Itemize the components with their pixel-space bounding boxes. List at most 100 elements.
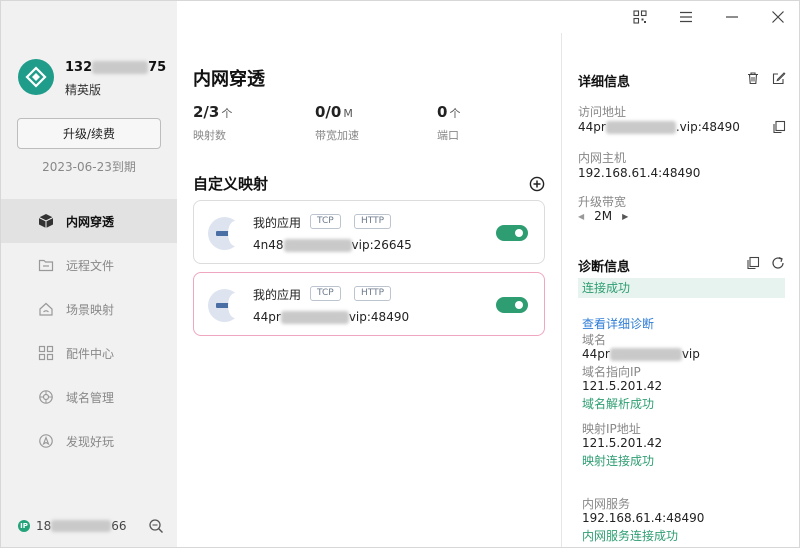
connection-status: 连接成功 bbox=[578, 278, 785, 298]
decrease-icon[interactable]: ◀ bbox=[578, 212, 584, 221]
stat-unit: M bbox=[343, 107, 353, 120]
domain-suffix: vip bbox=[681, 347, 700, 361]
access-prefix: 44pr bbox=[578, 120, 606, 134]
mapping-card[interactable]: 我的应用 TCP HTTP 44pr vip:48490 bbox=[193, 272, 545, 336]
refresh-icon[interactable] bbox=[771, 256, 785, 270]
qrcode-button[interactable] bbox=[630, 7, 650, 27]
sidebar-item-accessories[interactable]: 配件中心 bbox=[1, 331, 177, 375]
add-mapping-icon[interactable] bbox=[529, 176, 545, 192]
user-name-suffix: 75 bbox=[148, 60, 167, 75]
protocol-tag: TCP bbox=[310, 214, 341, 229]
globe-icon bbox=[37, 388, 55, 406]
sidebar-item-label: 内网穿透 bbox=[66, 214, 115, 229]
close-button[interactable] bbox=[768, 7, 788, 27]
redacted-mask bbox=[280, 310, 349, 324]
expire-date: 2023-06-23到期 bbox=[42, 160, 136, 174]
sidebar-item-remote-files[interactable]: 远程文件 bbox=[1, 243, 177, 287]
host-label: 内网主机 bbox=[578, 151, 627, 165]
stat-mappings: 2/3 个 映射数 bbox=[193, 103, 232, 143]
bandwidth-value: 2M bbox=[594, 209, 613, 223]
minimize-button[interactable] bbox=[722, 7, 742, 27]
protocol-tag: TCP bbox=[310, 286, 341, 301]
sidebar-item-label: 场景映射 bbox=[66, 302, 115, 317]
main-content: 内网穿透 2/3 个 映射数 0/0 M 带宽加速 0个 端口 自定义映射 我的应用… bbox=[177, 33, 561, 547]
sidebar-item-domain[interactable]: 域名管理 bbox=[1, 375, 177, 419]
stat-unit: 个 bbox=[221, 107, 233, 120]
mapping-card[interactable]: 我的应用 TCP HTTP 4n48 vip:26645 bbox=[193, 200, 545, 264]
access-label: 访问地址 bbox=[578, 105, 627, 119]
bandwidth-label: 升级带宽 bbox=[578, 195, 627, 209]
menu-button[interactable] bbox=[676, 7, 696, 27]
view-diagnosis-link[interactable]: 查看详细诊断 bbox=[582, 315, 654, 332]
stat-label: 映射数 bbox=[193, 129, 226, 142]
copy-icon[interactable] bbox=[772, 120, 786, 134]
domain-prefix: 44pr bbox=[582, 347, 610, 361]
copy-diagnosis-icon[interactable] bbox=[746, 256, 760, 270]
mapping-address: 44pr vip:48490 bbox=[253, 310, 409, 324]
increase-icon[interactable]: ▶ bbox=[622, 212, 628, 221]
sidebar-item-discover[interactable]: 发现好玩 bbox=[1, 419, 177, 463]
sidebar-item-label: 远程文件 bbox=[66, 258, 115, 273]
public-ip: IP 18 66 bbox=[18, 519, 127, 533]
app-window: 132 75 精英版 升级/续费 2023-06-23到期 内网穿透 远程文件 bbox=[0, 0, 800, 548]
minimize-icon bbox=[726, 16, 738, 18]
mapping-name: 我的应用 bbox=[253, 288, 302, 302]
stat-label: 端口 bbox=[437, 129, 459, 142]
domain-value: 44pr vip bbox=[582, 347, 700, 361]
stat-bandwidth: 0/0 M 带宽加速 bbox=[315, 103, 359, 143]
stat-unit: 个 bbox=[449, 107, 461, 120]
logo-icon bbox=[25, 66, 47, 88]
address-suffix: vip:48490 bbox=[348, 310, 410, 324]
access-suffix: .vip:48490 bbox=[675, 120, 740, 134]
access-address: 44pr .vip:48490 bbox=[578, 120, 740, 134]
redacted-mask bbox=[283, 238, 352, 252]
user-level: 精英版 bbox=[65, 83, 102, 97]
page-title: 内网穿透 bbox=[193, 69, 265, 90]
map-ip-value: 121.5.201.42 bbox=[582, 436, 663, 450]
sidebar-item-label: 发现好玩 bbox=[66, 434, 115, 449]
ip-prefix: 18 bbox=[36, 519, 52, 533]
close-icon bbox=[772, 11, 784, 23]
qrcode-icon bbox=[633, 10, 647, 24]
stat-value: 0/0 bbox=[315, 103, 342, 121]
house-icon bbox=[37, 300, 55, 318]
app-icon bbox=[208, 289, 242, 322]
ip-suffix: 66 bbox=[111, 519, 127, 533]
host-value: 192.168.61.4:48490 bbox=[578, 166, 701, 180]
domain-ip-value: 121.5.201.42 bbox=[582, 379, 663, 393]
sidebar-item-intranet[interactable]: 内网穿透 bbox=[1, 199, 177, 243]
compass-icon bbox=[37, 432, 55, 450]
address-suffix: vip:26645 bbox=[351, 238, 412, 252]
sidebar-item-scene-mapping[interactable]: 场景映射 bbox=[1, 287, 177, 331]
stat-label: 带宽加速 bbox=[315, 129, 359, 142]
delete-icon[interactable] bbox=[746, 71, 760, 85]
map-ip-label: 映射IP地址 bbox=[582, 422, 641, 436]
protocol-tag: HTTP bbox=[354, 286, 392, 301]
edit-icon[interactable] bbox=[772, 71, 786, 85]
redacted-mask bbox=[92, 61, 149, 74]
redacted-mask bbox=[51, 520, 112, 532]
bandwidth-stepper[interactable]: ◀ 2M ▶ bbox=[578, 209, 628, 223]
redacted-mask bbox=[605, 120, 676, 134]
protocol-tag: HTTP bbox=[354, 214, 392, 229]
grid-icon bbox=[37, 344, 55, 362]
stat-value: 2/3 bbox=[193, 103, 220, 121]
detail-panel: 详细信息 访问地址 44pr .vip:48490 内网主机 192.168.61… bbox=[562, 33, 799, 547]
service-value: 192.168.61.4:48490 bbox=[582, 511, 705, 525]
sidebar-item-label: 域名管理 bbox=[66, 390, 115, 405]
mapping-toggle[interactable] bbox=[496, 225, 528, 241]
section-title: 自定义映射 bbox=[193, 175, 269, 193]
diagnose-search-icon[interactable] bbox=[148, 518, 164, 534]
upgrade-button[interactable]: 升级/续费 bbox=[17, 118, 161, 149]
service-label: 内网服务 bbox=[582, 497, 631, 511]
diagnosis-title: 诊断信息 bbox=[578, 260, 631, 275]
detail-title: 详细信息 bbox=[578, 75, 631, 90]
mapping-address: 4n48 vip:26645 bbox=[253, 238, 412, 252]
stat-value: 0 bbox=[437, 103, 448, 121]
domain-resolve-status: 域名解析成功 bbox=[582, 397, 655, 411]
user-name: 132 75 bbox=[65, 60, 166, 75]
mapping-name: 我的应用 bbox=[253, 216, 302, 230]
mapping-toggle[interactable] bbox=[496, 297, 528, 313]
service-connect-status: 内网服务连接成功 bbox=[582, 529, 679, 543]
sidebar-nav: 内网穿透 远程文件 场景映射 配件中心 域名管理 发现好玩 bbox=[1, 199, 177, 463]
